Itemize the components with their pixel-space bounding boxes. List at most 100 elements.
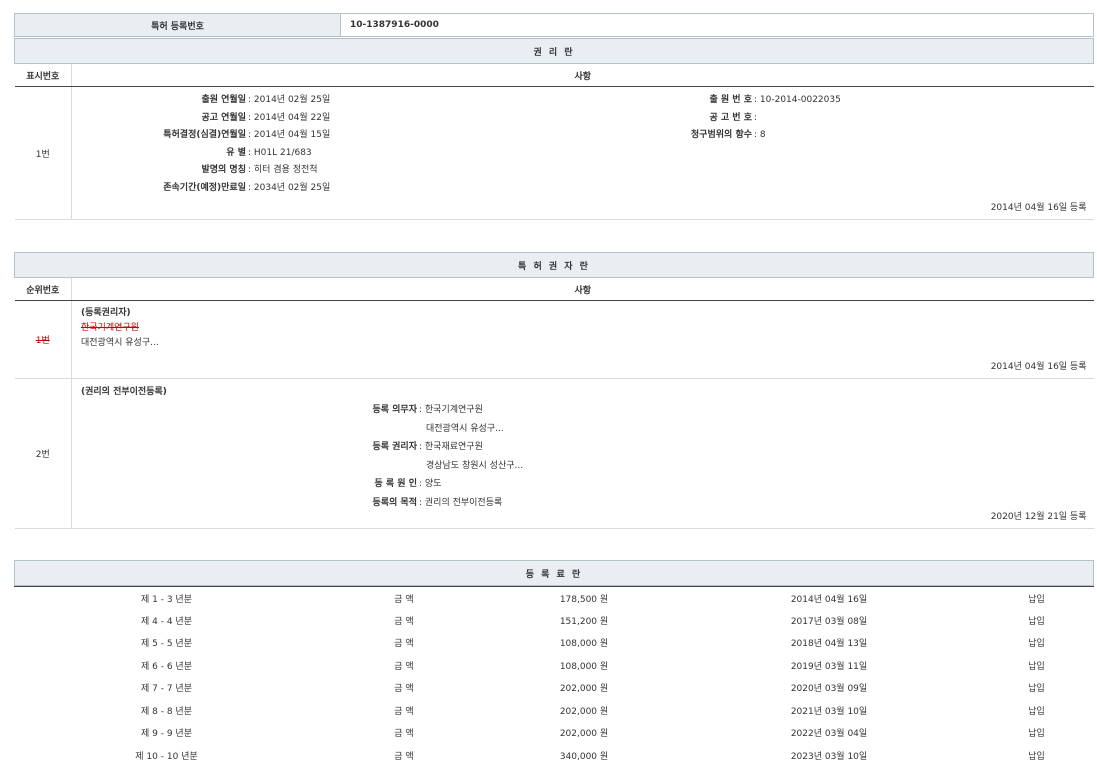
rights-left-field: 특허결정(심결)연월일: 2014년 04월 15일: [72, 127, 330, 145]
rights-left-field-label: 공고 연월일: [72, 110, 246, 128]
fee-year: 제 1 - 3 년분: [14, 587, 319, 610]
holders-col-rank: 순위번호: [15, 278, 72, 301]
fee-status: 납입: [979, 677, 1094, 700]
fee-year: 제 5 - 5 년분: [14, 632, 319, 655]
rights-left-field-value: : 히터 겸용 정전척: [246, 162, 318, 180]
rights-col-number: 표시번호: [15, 64, 72, 87]
holder-row-1-address: 대전광역시 유성구...: [81, 336, 159, 351]
fee-label: 금 액: [319, 677, 489, 700]
fee-amount: 178,500 원: [489, 587, 679, 610]
fee-status: 납입: [979, 609, 1094, 632]
holder-row-1-type: (등록권리자): [81, 306, 159, 321]
fee-row: 제 8 - 8 년분금 액202,000 원2021년 03월 10일납입: [14, 699, 1094, 722]
fee-date: 2014년 04월 16일: [679, 587, 979, 610]
fee-date: 2019년 03월 11일: [679, 654, 979, 677]
rights-reg-date: 2014년 04월 16일 등록: [991, 200, 1087, 213]
rights-left-field-value: : H01L 21/683: [246, 145, 312, 163]
holder-row-2-field-label: [72, 457, 417, 476]
rights-left-field: 공고 연월일: 2014년 04월 22일: [72, 110, 330, 128]
rights-right-field-value: : 8: [752, 127, 766, 145]
rights-left-field-value: : 2014년 02월 25일: [246, 92, 330, 110]
fee-year: 제 10 - 10 년분: [14, 744, 319, 767]
holder-row-2-field-value: : 권리의 전부이전등록: [417, 494, 502, 513]
fee-row: 제 5 - 5 년분금 액108,000 원2018년 04월 13일납입: [14, 632, 1094, 655]
rights-row-number: 1번: [15, 87, 72, 220]
fee-year: 제 8 - 8 년분: [14, 699, 319, 722]
holder-row-2-field-label: [72, 420, 417, 439]
holders-section-title: 특 허 권 자 란: [15, 253, 1094, 278]
fee-date: 2020년 03월 09일: [679, 677, 979, 700]
fee-year: 제 9 - 9 년분: [14, 722, 319, 745]
holder-row-2-field-label: 등록 의무자: [72, 401, 417, 420]
fee-date: 2021년 03월 10일: [679, 699, 979, 722]
holder-row-2-field-label: 등 록 원 인: [72, 475, 417, 494]
fee-row: 제 6 - 6 년분금 액108,000 원2019년 03월 11일납입: [14, 654, 1094, 677]
holder-row-1-name: 한국기계연구원: [81, 321, 159, 336]
rights-left-field: 유 별: H01L 21/683: [72, 145, 330, 163]
holder-row-2-field-value: : 양도: [417, 475, 441, 494]
fee-amount: 108,000 원: [489, 654, 679, 677]
holder-row-2-field: 등록 권리자: 한국재료연구원: [72, 438, 523, 457]
holder-row-2-field: 등 록 원 인: 양도: [72, 475, 523, 494]
holder-row-2-reg-date: 2020년 12월 21일 등록: [991, 509, 1087, 522]
fee-date: 2018년 04월 13일: [679, 632, 979, 655]
rights-left-field: 존속기간(예정)만료일: 2034년 02월 25일: [72, 180, 330, 198]
fee-status: 납입: [979, 654, 1094, 677]
holder-row-1-reg-date: 2014년 04월 16일 등록: [991, 359, 1087, 372]
fees-section: 등 록 료 란 제 1 - 3 년분금 액178,500 원2014년 04월 …: [14, 560, 1094, 767]
rights-left-field-label: 특허결정(심결)연월일: [72, 127, 246, 145]
rights-right-field-label: 공 고 번 호: [632, 110, 752, 128]
fee-label: 금 액: [319, 632, 489, 655]
holder-row-2-field: 경상남도 창원시 성산구...: [72, 457, 523, 476]
fee-status: 납입: [979, 632, 1094, 655]
fee-year: 제 4 - 4 년분: [14, 609, 319, 632]
holder-row-2-field: 등록 의무자: 한국기계연구원: [72, 401, 523, 420]
fee-amount: 151,200 원: [489, 609, 679, 632]
rights-right-field-value: :: [752, 110, 757, 128]
rights-left-field-value: : 2014년 04월 15일: [246, 127, 330, 145]
holders-col-details: 사항: [72, 278, 1094, 301]
fee-amount: 202,000 원: [489, 699, 679, 722]
holder-row-2-fields: 등록 의무자: 한국기계연구원대전광역시 유성구...등록 권리자: 한국재료연…: [72, 401, 523, 512]
holder-row-2-content: (권리의 전부이전등록) 등록 의무자: 한국기계연구원대전광역시 유성구...…: [72, 379, 1094, 529]
fee-label: 금 액: [319, 609, 489, 632]
fee-year: 제 6 - 6 년분: [14, 654, 319, 677]
holders-section: 특 허 권 자 란 순위번호 사항 1번 (등록권리자) 한국기계연구원 대전광…: [14, 252, 1094, 529]
holder-row-2-type: (권리의 전부이전등록): [81, 384, 167, 402]
holder-row-2-field-label: 등록 권리자: [72, 438, 417, 457]
rights-left-field-label: 출원 연월일: [72, 92, 246, 110]
rights-left-field-value: : 2014년 04월 22일: [246, 110, 330, 128]
fee-label: 금 액: [319, 587, 489, 610]
rights-left-field-label: 유 별: [72, 145, 246, 163]
rights-left-field-value: : 2034년 02월 25일: [246, 180, 330, 198]
fee-date: 2023년 03월 10일: [679, 744, 979, 767]
fee-amount: 340,000 원: [489, 744, 679, 767]
fee-label: 금 액: [319, 654, 489, 677]
fee-status: 납입: [979, 699, 1094, 722]
rights-section-title: 권 리 란: [15, 39, 1094, 64]
holder-row-2-field: 대전광역시 유성구...: [72, 420, 523, 439]
fee-label: 금 액: [319, 699, 489, 722]
rights-left-fields: 출원 연월일: 2014년 02월 25일공고 연월일: 2014년 04월 2…: [72, 92, 330, 197]
fee-date: 2022년 03월 04일: [679, 722, 979, 745]
holder-row-1-content: (등록권리자) 한국기계연구원 대전광역시 유성구... 2014년 04월 1…: [72, 301, 1094, 379]
fee-amount: 108,000 원: [489, 632, 679, 655]
fee-date: 2017년 03월 08일: [679, 609, 979, 632]
rights-left-field-label: 존속기간(예정)만료일: [72, 180, 246, 198]
rights-row-content: 출원 연월일: 2014년 02월 25일공고 연월일: 2014년 04월 2…: [72, 87, 1094, 220]
rights-left-field: 발명의 명칭: 히터 겸용 정전척: [72, 162, 330, 180]
fee-row: 제 7 - 7 년분금 액202,000 원2020년 03월 09일납입: [14, 677, 1094, 700]
fee-label: 금 액: [319, 722, 489, 745]
patent-number-header: 특허 등록번호 10-1387916-0000: [14, 13, 1094, 37]
fee-row: 제 4 - 4 년분금 액151,200 원2017년 03월 08일납입: [14, 609, 1094, 632]
fee-row: 제 10 - 10 년분금 액340,000 원2023년 03월 10일납입: [14, 744, 1094, 767]
fee-label: 금 액: [319, 744, 489, 767]
rights-right-field-value: : 10-2014-0022035: [752, 92, 841, 110]
holder-row-2-field: 등록의 목적: 권리의 전부이전등록: [72, 494, 523, 513]
fee-amount: 202,000 원: [489, 677, 679, 700]
holder-row-2-field-value: : 한국재료연구원: [417, 438, 483, 457]
holder-row-2-field-value: 대전광역시 유성구...: [417, 420, 504, 439]
fee-row: 제 9 - 9 년분금 액202,000 원2022년 03월 04일납입: [14, 722, 1094, 745]
holder-row-2-field-label: 등록의 목적: [72, 494, 417, 513]
holder-row-2-field-value: 경상남도 창원시 성산구...: [417, 457, 523, 476]
